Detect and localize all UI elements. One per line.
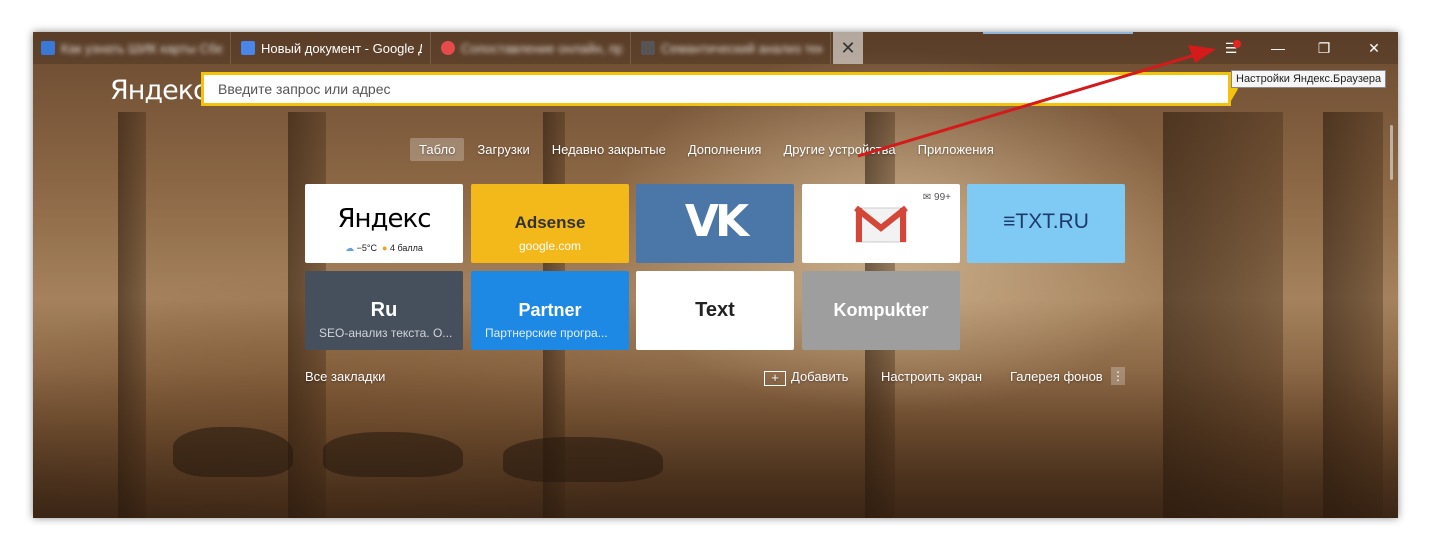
annotation-arrow	[857, 45, 1216, 158]
